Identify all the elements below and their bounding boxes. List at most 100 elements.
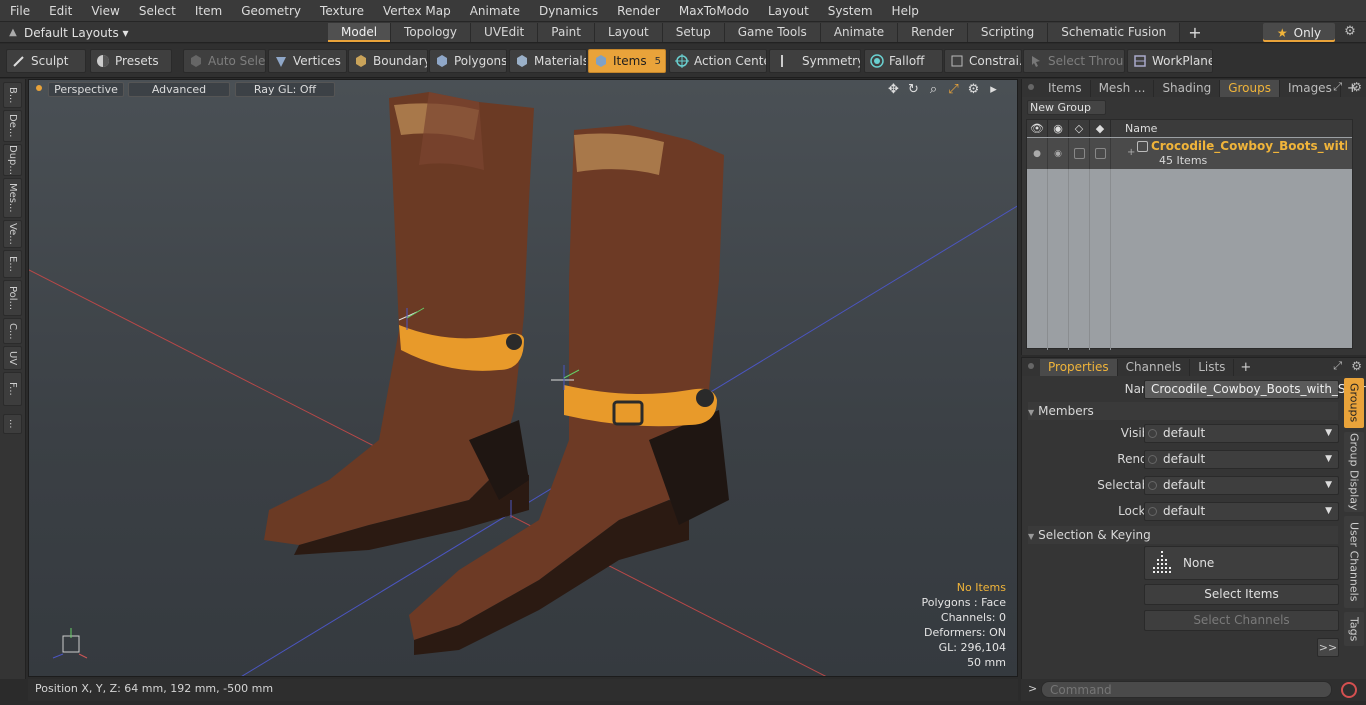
menu-animate[interactable]: Animate (460, 0, 529, 22)
tab-scripting[interactable]: Scripting (967, 23, 1049, 42)
shading-mode-button[interactable]: Advanced (128, 82, 230, 97)
selectable-dropdown[interactable]: default ▼ (1144, 476, 1339, 495)
gear-icon[interactable]: ⚙ (1351, 359, 1362, 373)
none-keying-button[interactable]: None (1144, 546, 1339, 580)
panel-options-dot[interactable] (1028, 363, 1034, 369)
tab-schematic-fusion[interactable]: Schematic Fusion (1048, 23, 1181, 42)
members-section-header[interactable]: ▼ Members (1028, 402, 1338, 420)
eye-icon[interactable]: 👁 (1027, 120, 1048, 137)
selection-keying-section-header[interactable]: ▼ Selection & Keying (1028, 526, 1338, 544)
select-toggle[interactable] (1090, 138, 1111, 169)
menu-system[interactable]: System (818, 0, 882, 22)
menu-edit[interactable]: Edit (39, 0, 81, 22)
palette-tab-edge[interactable]: E... (3, 250, 22, 278)
menu-dynamics[interactable]: Dynamics (529, 0, 607, 22)
palette-tab-more[interactable]: ... (3, 414, 22, 434)
tab-topology[interactable]: Topology (391, 23, 472, 42)
auto-select-button[interactable]: Auto Select (183, 49, 266, 73)
side-tab-user-channels[interactable]: User Channels (1344, 516, 1364, 608)
menu-maxtomodo[interactable]: MaxToModo (669, 0, 758, 22)
menu-texture[interactable]: Texture (310, 0, 373, 22)
side-tab-group-display[interactable]: Group Display (1344, 432, 1364, 512)
gear-icon[interactable]: ⚙ (1351, 80, 1362, 94)
panel-options-dot[interactable] (1028, 84, 1034, 90)
visibility-toggle[interactable]: ● (1027, 138, 1048, 169)
select-through-button[interactable]: Select Through (1023, 49, 1125, 73)
expand-plus-icon[interactable]: + (1127, 147, 1135, 158)
side-tab-groups[interactable]: Groups (1344, 378, 1364, 428)
tab-items[interactable]: Items (1040, 79, 1091, 97)
tab-setup[interactable]: Setup (662, 23, 725, 42)
command-input[interactable] (1041, 681, 1332, 698)
boundary-button[interactable]: Boundary (348, 49, 428, 73)
left-boot[interactable] (264, 92, 534, 555)
record-macro-icon[interactable] (1341, 682, 1357, 698)
raygl-button[interactable]: Ray GL: Off (235, 82, 335, 97)
tab-lists[interactable]: Lists (1190, 358, 1235, 376)
palette-tab-polygon[interactable]: Pol... (3, 280, 22, 316)
group-name-field[interactable]: Crocodile_Cowboy_Boots_with_Spurs (1144, 380, 1366, 399)
zoom-icon[interactable]: ⌕ (926, 82, 941, 97)
tab-uvedit[interactable]: UVEdit (471, 23, 539, 42)
maximize-icon[interactable]: ⤢ (946, 82, 961, 97)
settings-gear-icon[interactable]: ⚙ (966, 82, 981, 97)
view-type-button[interactable]: Perspective (48, 82, 124, 97)
presets-button[interactable]: Presets (90, 49, 172, 73)
lock-toggle[interactable] (1069, 138, 1090, 169)
constraints-button[interactable]: Constrai... (944, 49, 1022, 73)
pan-icon[interactable]: ✥ (886, 82, 901, 97)
tab-channels[interactable]: Channels (1118, 358, 1191, 376)
layout-dropdown[interactable]: ▲ Default Layouts ▾ (6, 22, 128, 43)
add-panel-tab-button[interactable]: + (1234, 360, 1257, 375)
vertices-button[interactable]: Vertices 1 (268, 49, 347, 73)
tab-layout[interactable]: Layout (594, 23, 663, 42)
palette-tab-mesh[interactable]: Mes... (3, 178, 22, 218)
palette-tab-vertex[interactable]: Ve... (3, 220, 22, 248)
more-button[interactable]: >> (1317, 638, 1339, 657)
select-channels-button[interactable]: Select Channels (1144, 610, 1339, 631)
palette-tab-curve[interactable]: C... (3, 318, 22, 344)
rotate-icon[interactable]: ↻ (906, 82, 921, 97)
name-column-header[interactable]: Name (1111, 120, 1354, 137)
action-center-button[interactable]: Action Center (669, 49, 767, 73)
add-tab-button[interactable]: + (1180, 23, 1209, 42)
workplane-button[interactable]: WorkPlane (1127, 49, 1213, 73)
symmetry-button[interactable]: Symmetry (769, 49, 861, 73)
palette-tab-basic[interactable]: B... (3, 82, 22, 108)
new-group-button[interactable]: New Group (1027, 100, 1106, 115)
play-arrow-icon[interactable]: ▸ (986, 82, 1001, 97)
palette-tab-fusion[interactable]: F... (3, 372, 22, 406)
materials-button[interactable]: Materials (509, 49, 587, 73)
tab-shading[interactable]: Shading (1154, 79, 1221, 97)
visible-dropdown[interactable]: default ▼ (1144, 424, 1339, 443)
only-toggle-button[interactable]: ★ Only (1263, 23, 1335, 42)
tab-animate[interactable]: Animate (820, 23, 899, 42)
items-button[interactable]: Items 5 (588, 49, 666, 73)
polygons-button[interactable]: Polygons (429, 49, 507, 73)
tab-properties[interactable]: Properties (1040, 358, 1118, 376)
tab-paint[interactable]: Paint (538, 23, 595, 42)
palette-tab-duplicate[interactable]: Dup... (3, 144, 22, 176)
select-items-button[interactable]: Select Items (1144, 584, 1339, 605)
falloff-button[interactable]: Falloff (864, 49, 943, 73)
tab-groups[interactable]: Groups (1220, 79, 1280, 97)
sculpt-button[interactable]: Sculpt (6, 49, 86, 73)
menu-layout[interactable]: Layout (758, 0, 818, 22)
menu-render[interactable]: Render (607, 0, 669, 22)
locked-dropdown[interactable]: default ▼ (1144, 502, 1339, 521)
menu-view[interactable]: View (81, 0, 128, 22)
menu-help[interactable]: Help (882, 0, 928, 22)
group-row[interactable]: ● ◉ + Crocodile_Cowboy_Boots_with_... 45… (1027, 138, 1352, 169)
menu-item[interactable]: Item (185, 0, 231, 22)
lock-icon[interactable]: ◇ (1069, 120, 1090, 137)
tab-images[interactable]: Images (1280, 79, 1341, 97)
palette-tab-uv[interactable]: UV (3, 346, 22, 370)
render-toggle[interactable]: ◉ (1048, 138, 1069, 169)
side-tab-tags[interactable]: Tags (1344, 612, 1364, 646)
tab-model[interactable]: Model (328, 23, 392, 42)
render-dropdown[interactable]: default ▼ (1144, 450, 1339, 469)
menu-select[interactable]: Select (129, 0, 185, 22)
gear-icon[interactable]: ⚙ (1342, 24, 1358, 40)
tab-game-tools[interactable]: Game Tools (724, 23, 821, 42)
select-icon[interactable]: ◆ (1090, 120, 1111, 137)
